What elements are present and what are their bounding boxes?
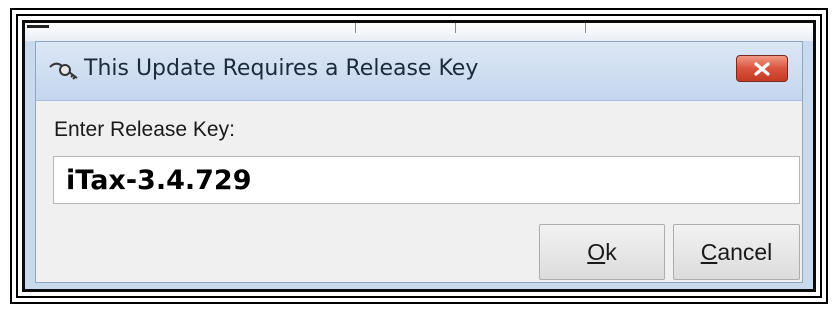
parent-window-divider xyxy=(455,23,456,33)
release-key-input[interactable] xyxy=(53,156,800,204)
key-icon xyxy=(48,58,80,82)
parent-window-strip xyxy=(25,23,813,41)
dialog-title: This Update Requires a Release Key xyxy=(84,56,479,81)
close-button[interactable] xyxy=(736,55,788,82)
screenshot-border-inner: This Update Requires a Release Key Enter… xyxy=(16,14,822,298)
screenshot-border-core: This Update Requires a Release Key Enter… xyxy=(22,20,816,292)
dialog-content: Enter Release Key: Ok Cancel xyxy=(36,100,802,282)
release-key-label: Enter Release Key: xyxy=(54,118,235,141)
screenshot-border-outer: This Update Requires a Release Key Enter… xyxy=(10,8,828,304)
ok-mnemonic: O xyxy=(587,238,606,265)
close-icon xyxy=(753,61,771,76)
dialog-titlebar[interactable]: This Update Requires a Release Key xyxy=(36,42,802,101)
cancel-label-rest: ancel xyxy=(717,238,773,265)
ok-button[interactable]: Ok xyxy=(539,224,665,280)
ok-label-rest: k xyxy=(605,238,617,265)
release-key-dialog: This Update Requires a Release Key Enter… xyxy=(35,41,803,283)
parent-window-divider xyxy=(355,23,356,33)
parent-window-divider xyxy=(585,23,586,33)
cancel-mnemonic: C xyxy=(700,238,718,265)
parent-window-divider xyxy=(27,25,49,28)
cancel-button[interactable]: Cancel xyxy=(673,224,800,280)
